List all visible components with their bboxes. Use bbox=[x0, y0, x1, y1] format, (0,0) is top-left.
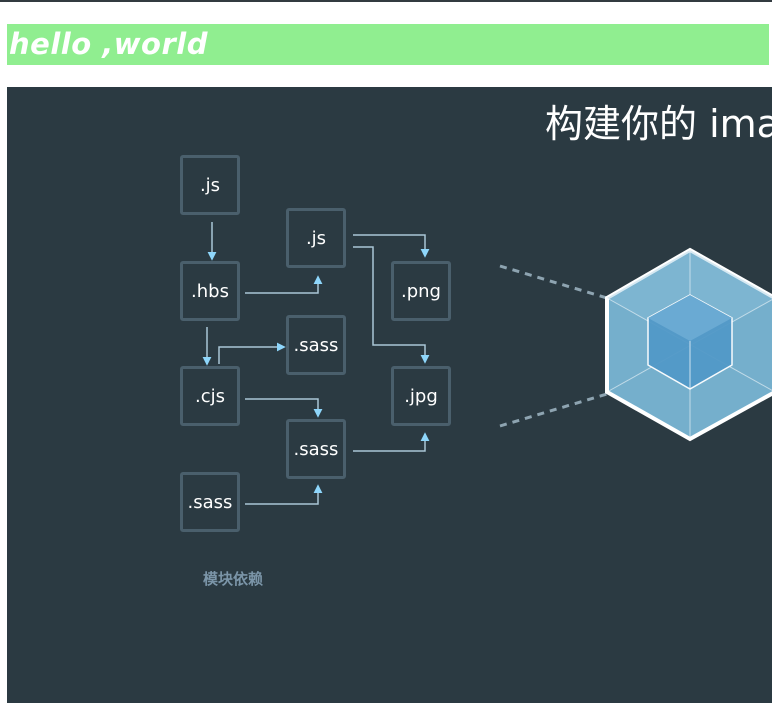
hero-section: 构建你的 ima .js .js .hbs .png .sass .cjs .j… bbox=[7, 87, 772, 703]
module-js-top: .js bbox=[180, 155, 240, 215]
module-cjs: .cjs bbox=[180, 366, 240, 426]
module-png: .png bbox=[391, 261, 451, 321]
module-sass-top: .sass bbox=[286, 315, 346, 375]
top-border bbox=[0, 0, 772, 2]
module-hbs: .hbs bbox=[180, 261, 240, 321]
module-js-mid: .js bbox=[286, 208, 346, 268]
module-dependency-caption: 模块依赖 bbox=[203, 570, 264, 588]
cube-logo bbox=[605, 247, 772, 442]
module-sass-mid: .sass bbox=[286, 419, 346, 479]
module-jpg: .jpg bbox=[391, 366, 451, 426]
hero-headline: 构建你的 ima bbox=[545, 102, 772, 146]
dependency-graph bbox=[202, 222, 772, 505]
module-sass-bottom: .sass bbox=[180, 472, 240, 532]
hello-banner: hello ,world bbox=[7, 24, 769, 65]
banner-title: hello ,world bbox=[9, 27, 208, 61]
